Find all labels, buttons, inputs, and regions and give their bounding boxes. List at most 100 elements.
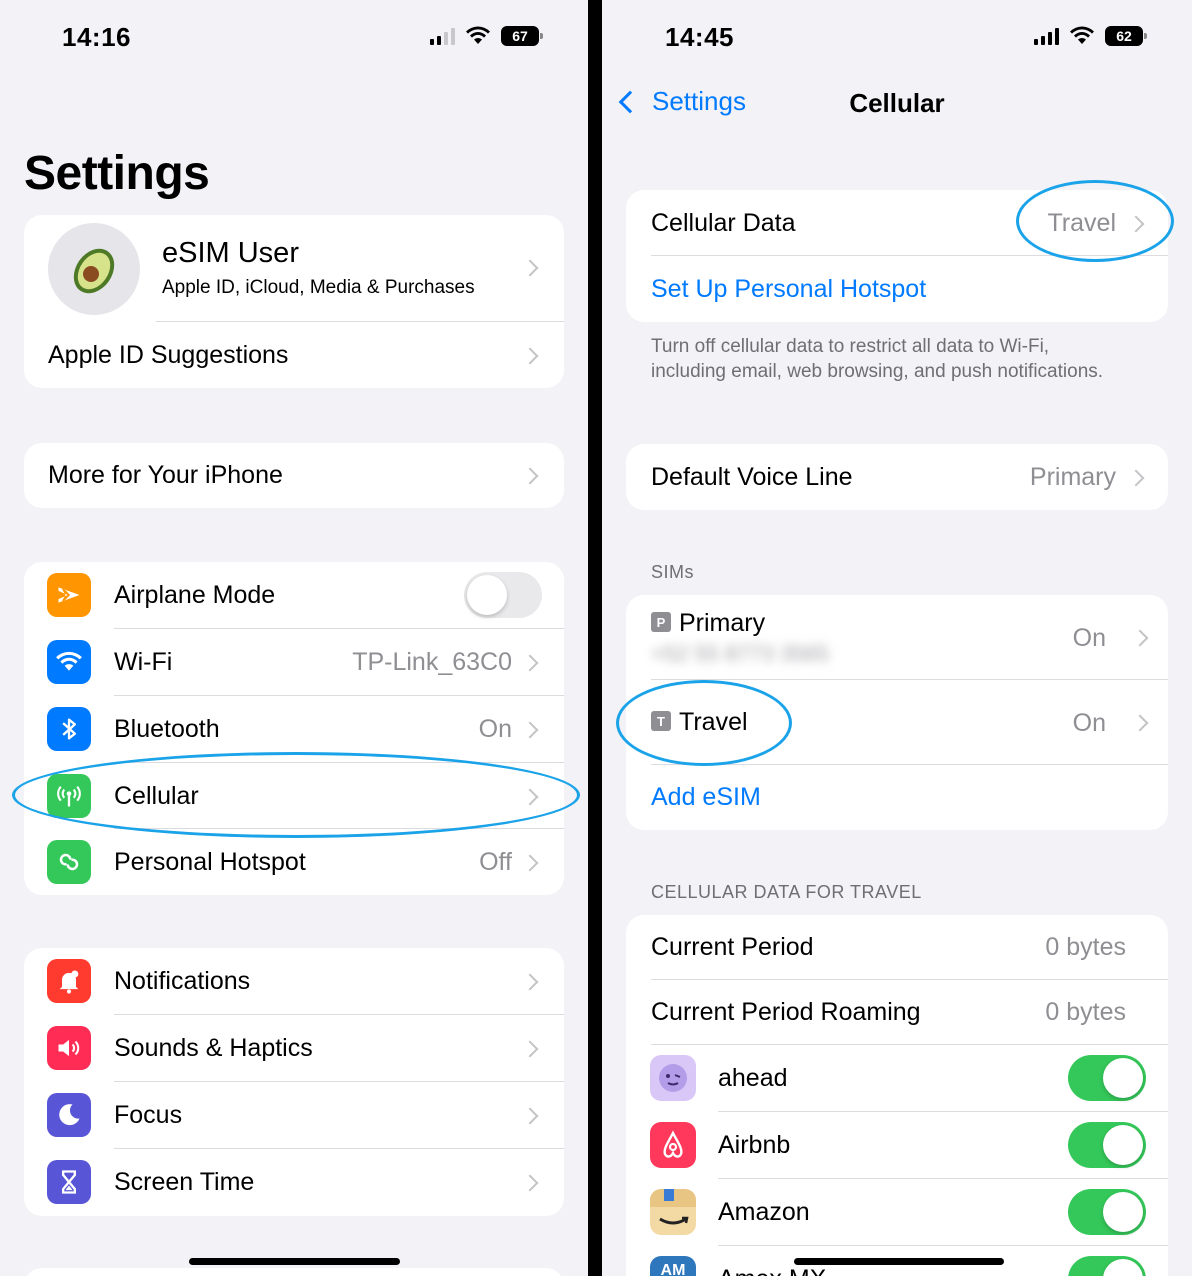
bluetooth-row[interactable]: Bluetooth On [24,696,564,763]
row-label: Cellular [114,782,199,810]
row-label: Add eSIM [651,783,761,811]
wifi-status-icon [1070,26,1094,44]
voice-line-group: Default Voice Line Primary [626,444,1168,510]
row-label: More for Your iPhone [48,461,283,489]
airplane-icon [47,573,91,617]
sim-name: Travel [679,708,748,736]
chevron-right-icon [521,654,539,672]
moon-icon [47,1093,91,1137]
ahead-data-toggle[interactable] [1068,1055,1146,1101]
current-period-row: Current Period 0 bytes [626,915,1168,980]
cellular-row[interactable]: Cellular [24,763,564,829]
battery-icon: 62 [1105,26,1147,46]
airbnb-data-toggle[interactable] [1068,1122,1146,1168]
chevron-left-icon [618,90,642,113]
row-value: Off [479,848,512,876]
sim-badge-icon: T [651,711,671,732]
app-row-ahead: ahead [626,1045,1168,1112]
row-label: Sounds & Haptics [114,1034,313,1062]
chevron-right-icon [521,788,539,806]
app-row-amazon: Amazon [626,1179,1168,1246]
apple-id-suggestions-row[interactable]: Apple ID Suggestions [24,323,564,388]
sim-label: P Primary [651,609,765,638]
row-label: Apple ID Suggestions [48,341,289,369]
divider [156,321,564,322]
amex-data-toggle[interactable] [1068,1256,1146,1276]
app-row-airbnb: Airbnb [626,1112,1168,1179]
chevron-right-icon [1127,215,1145,233]
row-label: ahead [718,1064,788,1092]
hotspot-icon [47,840,91,884]
connectivity-group: Airplane Mode Wi-Fi TP-Link_63C0 Bluetoo… [24,562,564,895]
row-label: Set Up Personal Hotspot [651,275,927,303]
more-for-iphone-row[interactable]: More for Your iPhone [24,443,564,508]
add-esim-link[interactable]: Add eSIM [626,765,1168,830]
row-label: Current Period [651,933,814,961]
sims-group: P Primary +52 55 8773 3565 On T Travel On … [626,595,1168,830]
chevron-right-icon [521,347,539,365]
signal-icon [1034,27,1059,45]
profile-name: eSIM User [162,237,299,269]
signal-icon [430,27,455,45]
current-period-roaming-row: Current Period Roaming 0 bytes [626,980,1168,1045]
row-label: Bluetooth [114,715,220,743]
home-indicator[interactable] [189,1258,400,1265]
airbnb-app-icon [650,1122,696,1168]
hourglass-icon [47,1160,91,1204]
row-value: 0 bytes [1045,933,1126,961]
amex-app-icon: AM [650,1256,696,1276]
bluetooth-icon [47,707,91,751]
page-title: Settings [24,147,210,200]
row-label: Notifications [114,967,251,995]
chevron-right-icon [1131,714,1149,732]
cellular-data-row[interactable]: Cellular Data Travel [626,190,1168,256]
row-value: 0 bytes [1045,998,1126,1026]
amazon-data-toggle[interactable] [1068,1189,1146,1235]
cellular-data-group: Cellular Data Travel Set Up Personal Hot… [626,190,1168,322]
row-value: On [1072,624,1106,652]
row-value: Travel [1047,209,1116,237]
focus-row[interactable]: Focus [24,1082,564,1149]
screen-time-row[interactable]: Screen Time [24,1149,564,1216]
profile-row[interactable]: eSIM User Apple ID, iCloud, Media & Purc… [24,215,564,323]
airplane-mode-toggle[interactable] [464,572,542,618]
chevron-right-icon [521,1107,539,1125]
row-value: TP-Link_63C0 [352,648,512,676]
cellular-screen: 14:45 62 Cellular Settings Cellular Data… [602,0,1192,1276]
cellular-data-for-travel-header: CELLULAR DATA FOR TRAVEL [651,882,922,902]
row-value: On [1072,709,1106,737]
wifi-icon [47,640,91,684]
antenna-icon [47,774,91,818]
wifi-status-icon [466,26,490,44]
chevron-right-icon [521,259,539,277]
sounds-haptics-row[interactable]: Sounds & Haptics [24,1015,564,1082]
sim-badge-icon: P [651,612,671,633]
personal-hotspot-row[interactable]: Personal Hotspot Off [24,829,564,895]
row-label: Current Period Roaming [651,998,921,1026]
speaker-icon [47,1026,91,1070]
chevron-right-icon [521,854,539,872]
sim-phone-number: +52 55 8773 3565 [651,641,830,666]
profile-group: eSIM User Apple ID, iCloud, Media & Purc… [24,215,564,388]
avocado-icon [73,248,115,294]
row-label: Screen Time [114,1168,255,1196]
row-value: Primary [1029,463,1116,491]
status-icons: 67 [430,26,543,46]
bell-icon [47,959,91,1003]
amazon-app-icon [650,1189,696,1235]
sims-header: SIMs [651,562,695,582]
sim-primary-row[interactable]: P Primary +52 55 8773 3565 On [626,595,1168,679]
home-indicator[interactable] [794,1258,1004,1265]
back-button[interactable]: Settings [616,86,746,117]
system-group: Notifications Sounds & Haptics Focus Scr… [24,948,564,1216]
setup-hotspot-link[interactable]: Set Up Personal Hotspot [626,256,1168,322]
row-label: Airplane Mode [114,581,276,609]
row-label: Amex MX [718,1265,826,1276]
wifi-row[interactable]: Wi-Fi TP-Link_63C0 [24,629,564,696]
default-voice-line-row[interactable]: Default Voice Line Primary [626,444,1168,510]
notifications-row[interactable]: Notifications [24,948,564,1015]
chevron-right-icon [1127,469,1145,487]
more-for-iphone-group: More for Your iPhone [24,443,564,508]
row-label: Amazon [718,1198,810,1226]
sim-travel-row[interactable]: T Travel On [626,680,1168,764]
